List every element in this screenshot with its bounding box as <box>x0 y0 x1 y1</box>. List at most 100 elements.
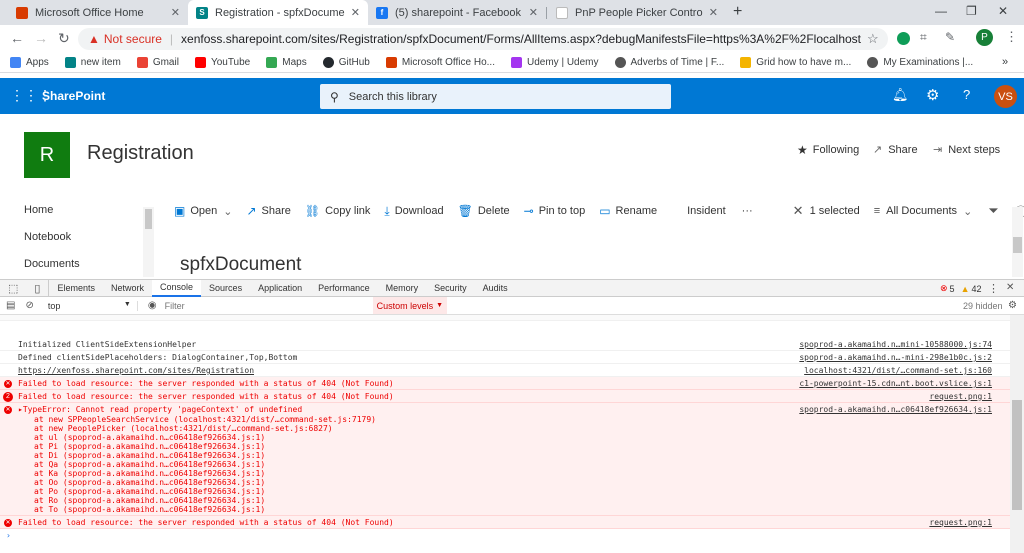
inspect-icon[interactable]: ⬚ <box>0 280 26 297</box>
bookmark-office[interactable]: Microsoft Office Ho... <box>385 57 495 68</box>
sharepoint-icon: S <box>196 6 208 19</box>
delete-button[interactable]: 🗑︎ Delete <box>458 204 510 218</box>
bookmark-grid[interactable]: Grid how to have m... <box>740 57 851 68</box>
close-icon[interactable]: ✕ <box>351 6 360 19</box>
source-link[interactable]: spoprod-a.akamaihd.n…-mini-298e1b0c.js:2 <box>799 351 992 364</box>
sharepoint-brand[interactable]: SharePoint <box>42 89 105 103</box>
tab-office-home[interactable]: Microsoft Office Home ✕ <box>8 0 188 25</box>
devtools-tab-network[interactable]: Network <box>103 280 152 297</box>
context-selector[interactable]: top ▼ <box>48 300 138 311</box>
more-bookmarks-icon[interactable]: » <box>1002 56 1008 68</box>
extension-tool-icon[interactable]: ✎ <box>945 30 955 44</box>
download-icon: ⤓ <box>384 203 390 218</box>
error-icon: ⊗ <box>940 283 948 293</box>
bookmark-youtube[interactable]: YouTube <box>194 57 251 68</box>
bookmark-udemy[interactable]: Udemy | Udemy <box>511 57 599 68</box>
log-levels-dropdown[interactable]: Custom levels ▼ <box>372 297 448 314</box>
devtools-tab-security[interactable]: Security <box>426 280 475 297</box>
bookmark-maps[interactable]: Maps <box>266 57 307 68</box>
source-link[interactable]: c1-powerpoint-15.cdn…nt.boot.vslice.js:1 <box>799 377 992 390</box>
screenshot-icon[interactable]: ⌗ <box>920 30 927 45</box>
devtools-tab-performance[interactable]: Performance <box>310 280 378 297</box>
back-button[interactable]: ← <box>10 30 24 46</box>
profile-avatar[interactable]: P <box>976 29 993 46</box>
new-tab-button[interactable]: + <box>733 3 742 21</box>
devtools-tab-console[interactable]: Console <box>152 279 202 297</box>
nav-scrollbar-thumb[interactable] <box>145 209 152 229</box>
share-button[interactable]: ↗ Share <box>246 204 290 218</box>
star-icon[interactable]: ☆ <box>867 31 879 47</box>
share-site-button[interactable]: ↗ Share <box>873 143 918 157</box>
bookmark-github[interactable]: GitHub <box>322 57 370 68</box>
close-icon[interactable]: ✕ <box>529 6 538 19</box>
console-scrollbar-thumb[interactable] <box>1012 400 1022 510</box>
tab-registration[interactable]: S Registration - spfxDocument - Al ✕ <box>188 0 368 25</box>
clear-console-icon[interactable]: ⊘ <box>25 300 33 311</box>
nav-documents[interactable]: Documents <box>24 258 80 270</box>
devtools-tab-memory[interactable]: Memory <box>378 280 427 297</box>
notifications-icon[interactable]: 🔔︎ <box>892 87 909 103</box>
console-prompt[interactable]: › <box>0 529 1010 542</box>
incident-button[interactable]: Insident <box>687 205 726 217</box>
bookmark-adverbs[interactable]: Adverbs of Time | F... <box>614 57 724 68</box>
site-logo[interactable]: R <box>24 132 70 178</box>
devtools-tab-audits[interactable]: Audits <box>475 280 516 297</box>
eye-icon[interactable]: ◉ <box>148 300 157 311</box>
page-scrollbar-thumb[interactable] <box>1013 237 1022 253</box>
devtools-tab-elements[interactable]: Elements <box>49 280 103 297</box>
source-link[interactable]: spoprod-a.akamaihd.n…mini-10588000.js:74 <box>799 338 992 351</box>
devtools-close-icon[interactable]: ✕ <box>1006 282 1014 293</box>
view-selector[interactable]: ≡ All Documents ⌄ <box>874 205 973 218</box>
copy-link-button[interactable]: ⛓ Copy link <box>305 204 370 218</box>
devtools-tab-sources[interactable]: Sources <box>201 280 250 297</box>
menu-icon[interactable]: ⋮ <box>1005 29 1018 45</box>
source-link[interactable]: request.png:1 <box>929 516 992 529</box>
tab-pnp[interactable]: PnP People Picker Control For SP ✕ <box>548 0 726 25</box>
bookmark-apps[interactable]: Apps <box>10 57 49 68</box>
bookmark-new-item[interactable]: new item <box>64 57 121 68</box>
rename-button[interactable]: ▭ Rename <box>599 204 657 218</box>
bookmark-label: YouTube <box>210 57 251 68</box>
more-button[interactable]: ··· <box>742 205 753 217</box>
bookmark-exams[interactable]: My Examinations |... <box>867 57 973 68</box>
bookmark-gmail[interactable]: Gmail <box>136 57 179 68</box>
tab-facebook[interactable]: f (5) sharepoint - Facebook Search ✕ <box>368 0 546 25</box>
filter-icon[interactable]: ⏷ <box>988 203 998 219</box>
site-title[interactable]: Registration <box>87 142 194 165</box>
pin-label: Pin to top <box>538 205 586 217</box>
issue-counts[interactable]: ⊗ 5 ▲ 42 <box>940 283 982 294</box>
following-button[interactable]: ★ Following <box>797 143 859 157</box>
search-box[interactable]: ⚲ Search this library <box>320 84 671 109</box>
nav-notebook[interactable]: Notebook <box>24 231 71 243</box>
console-settings-icon[interactable]: ⚙ <box>1008 300 1017 311</box>
restore-button[interactable]: ❐ <box>966 4 977 18</box>
nav-home[interactable]: Home <box>24 204 53 216</box>
omnibox[interactable]: ▲ Not secure | xenfoss.sharepoint.com/si… <box>78 28 888 50</box>
devtools-tab-application[interactable]: Application <box>250 280 310 297</box>
gear-icon[interactable]: ⚙ <box>926 86 939 104</box>
minimize-button[interactable]: — <box>935 4 947 18</box>
console-link[interactable]: https://xenfoss.sharepoint.com/sites/Reg… <box>18 364 254 377</box>
download-button[interactable]: ⤓ Download <box>384 204 443 219</box>
sidebar-toggle-icon[interactable]: ▤ <box>6 300 15 311</box>
share-label: Share <box>888 143 918 156</box>
forward-button[interactable]: → <box>34 30 48 46</box>
console-filter-input[interactable] <box>164 298 365 313</box>
close-icon[interactable]: ✕ <box>171 6 180 19</box>
help-icon[interactable]: ? <box>963 87 970 102</box>
source-link[interactable]: request.png:1 <box>929 390 992 403</box>
device-toolbar-icon[interactable]: ▯ <box>26 279 50 297</box>
avatar[interactable]: VS <box>994 85 1017 108</box>
devtools-menu-icon[interactable]: ⋮ <box>988 282 999 295</box>
extension-icon[interactable] <box>897 32 910 45</box>
reload-button[interactable]: ↻ <box>58 30 70 47</box>
close-window-button[interactable]: ✕ <box>998 4 1008 18</box>
stack-frame[interactable]: at To (spoprod-a.akamaihd.n…c06418ef9266… <box>34 503 265 516</box>
source-link[interactable]: localhost:4321/dist/…command-set.js:160 <box>804 364 992 377</box>
close-icon[interactable]: ✕ <box>709 6 718 19</box>
open-button[interactable]: ▣ Open ⌄ <box>174 204 232 218</box>
clear-selection-button[interactable]: ✕ 1 selected <box>793 203 860 219</box>
pin-button[interactable]: ⊸ Pin to top <box>524 204 586 218</box>
next-steps-button[interactable]: ⇥ Next steps <box>933 143 1000 157</box>
source-link[interactable]: spoprod-a.akamaihd.n…c06418ef926634.js:1 <box>799 403 992 416</box>
